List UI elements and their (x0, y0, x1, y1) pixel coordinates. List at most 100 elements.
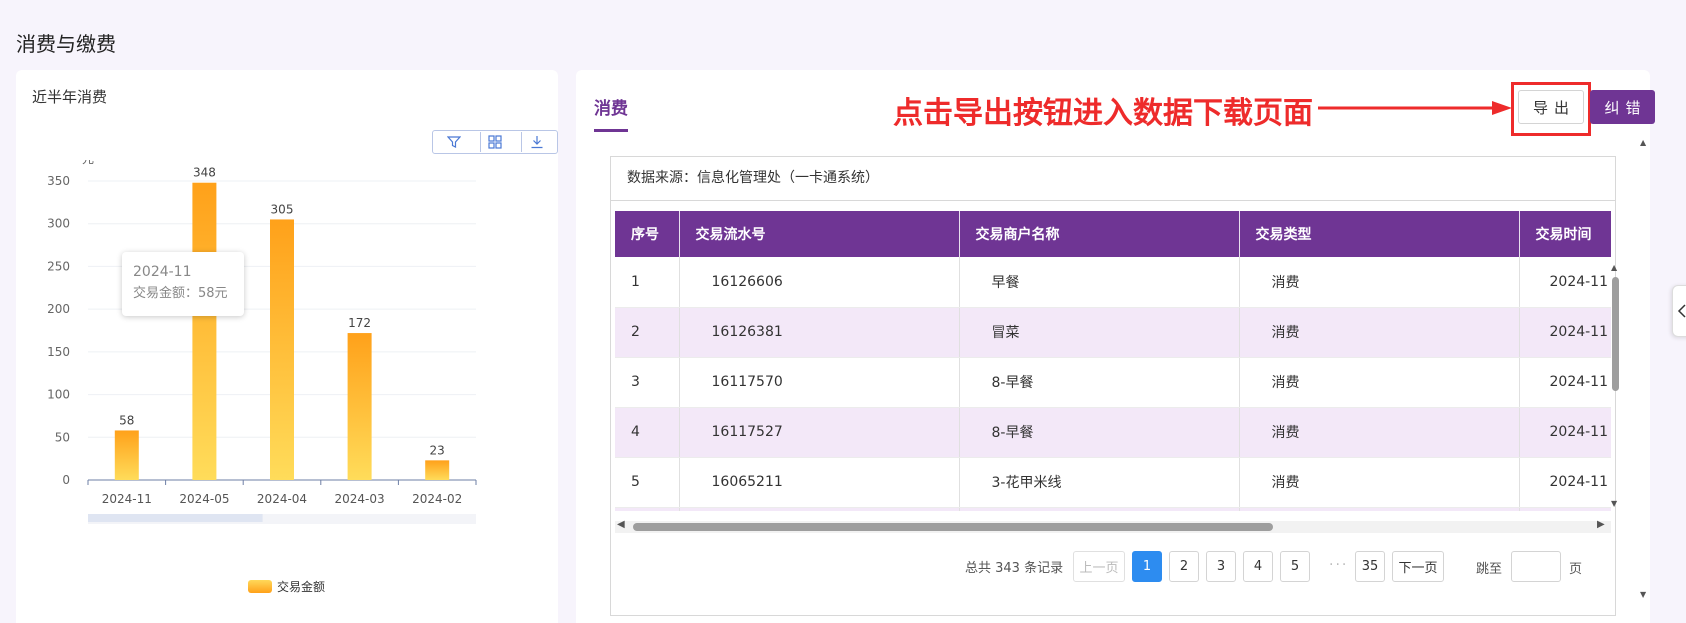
y-tick-label: 50 (55, 430, 70, 444)
cell-time: 2024-11 (1519, 257, 1611, 308)
x-tick-label: 2024-11 (102, 492, 152, 506)
cell-index: 1 (615, 257, 680, 308)
y-tick-label: 0 (62, 473, 70, 487)
y-tick-label: 250 (47, 259, 70, 273)
bar-2024-11 (114, 430, 139, 480)
col-header-time[interactable]: 交易时间 (1519, 211, 1611, 257)
vertical-scroll-thumb[interactable] (1612, 277, 1619, 391)
y-tick-label: 200 (47, 302, 70, 316)
page-button-1[interactable]: 1 (1132, 551, 1162, 582)
total-records: 总共 343 条记录 (965, 561, 1064, 576)
scroll-right-icon[interactable]: ▶ (1597, 519, 1605, 530)
table-row[interactable]: 3 16117570 8-早餐 消费 2024-11 (615, 357, 1611, 408)
cell-time: 2024-11 (1519, 357, 1611, 408)
col-header-serial[interactable]: 交易流水号 (679, 211, 960, 257)
page-scroll-up-icon[interactable]: ▲ (1640, 138, 1646, 147)
cell-type: 消费 (1239, 357, 1520, 408)
cell-merchant: 8-早餐 (959, 407, 1240, 458)
y-axis-unit: 元 (82, 160, 94, 166)
cell-index: 2 (615, 307, 680, 358)
scroll-left-icon[interactable]: ◀ (617, 519, 625, 530)
table-panel: 数据来源：信息化管理处（一卡通系统） 序号 交易流水号 交易商户名称 交易类型 … (610, 156, 1619, 616)
grid-icon[interactable] (479, 132, 510, 152)
annotation-text: 点击导出按钮进入数据下载页面 (893, 96, 1313, 131)
y-tick-label: 150 (47, 345, 70, 359)
cell-type: 消费 (1239, 457, 1520, 508)
cell-merchant: 早餐 (959, 257, 1240, 308)
page-button-2[interactable]: 2 (1169, 551, 1199, 582)
cell-type: 消费 (1239, 257, 1520, 308)
cell-time: 2024-11 (1519, 307, 1611, 358)
cell-serial: 16126606 (679, 257, 960, 308)
jump-page-input[interactable] (1511, 551, 1561, 582)
cell-time: 2024-11 (1519, 457, 1611, 508)
chevron-left-icon (1677, 304, 1686, 318)
table-row[interactable] (615, 507, 1611, 511)
cell-serial: 16117527 (679, 407, 960, 458)
cell-index: 5 (615, 457, 680, 508)
table-row[interactable]: 2 16126381 冒菜 消费 2024-11 (615, 307, 1611, 358)
export-button[interactable]: 导出 (1518, 90, 1584, 124)
table-scroll-area[interactable]: 序号 交易流水号 交易商户名称 交易类型 交易时间 1 16126606 早餐 … (615, 211, 1611, 511)
legend-label: 交易金额 (277, 580, 326, 594)
consumption-chart-card: 近半年消费 元 0 50 100 150 200 250 300 350 58 2024-11 348… (16, 70, 558, 623)
page-button-last[interactable]: 35 (1355, 551, 1385, 582)
horizontal-scroll-thumb[interactable] (633, 523, 1273, 531)
scroll-down-icon[interactable]: ▼ (1611, 499, 1617, 508)
page-button-5[interactable]: 5 (1280, 551, 1310, 582)
scroll-up-icon[interactable]: ▲ (1611, 263, 1617, 272)
cell-merchant: 冒菜 (959, 307, 1240, 358)
jump-label: 跳至 (1476, 562, 1503, 577)
cell-serial: 16117570 (679, 357, 960, 408)
pagination: 总共 343 条记录 上一页 1 2 3 4 5 ··· 35 下一页 跳至 页 (611, 549, 1617, 585)
y-tick-label: 300 (47, 217, 70, 231)
legend-swatch (248, 580, 272, 593)
x-tick-label: 2024-04 (257, 492, 307, 506)
bar-2024-03 (347, 333, 372, 480)
next-page-button[interactable]: 下一页 (1392, 551, 1444, 582)
col-header-index[interactable]: 序号 (615, 211, 680, 257)
cell-type: 消费 (1239, 407, 1520, 458)
bar-value-label: 172 (348, 316, 371, 330)
x-tick-label: 2024-05 (179, 492, 229, 506)
chart-legend[interactable]: 交易金额 (248, 578, 325, 595)
table-row[interactable]: 5 16065211 3-花甲米线 消费 2024-11 (615, 457, 1611, 508)
bar-value-label: 23 (430, 443, 445, 457)
collapse-panel-button[interactable] (1672, 285, 1686, 337)
more-pages-ellipsis[interactable]: ··· (1329, 557, 1348, 573)
download-icon[interactable] (521, 132, 551, 152)
cell-type: 消费 (1239, 307, 1520, 358)
chart-tooltip: 2024-11 交易金额：58元 (122, 252, 244, 316)
table-row[interactable]: 4 16117527 8-早餐 消费 2024-11 (615, 407, 1611, 458)
chart-toolbar (432, 130, 558, 154)
page-title: 消费与缴费 (16, 32, 116, 56)
cell-index: 3 (615, 357, 680, 408)
bar-value-label: 58 (119, 413, 134, 427)
cell-time: 2024-11 (1519, 407, 1611, 458)
page-button-3[interactable]: 3 (1206, 551, 1236, 582)
datazoom-handle (88, 514, 263, 522)
cell-index: 4 (615, 407, 680, 458)
col-header-type[interactable]: 交易类型 (1239, 211, 1520, 257)
page-scroll-down-icon[interactable]: ▼ (1640, 590, 1646, 599)
bar-value-label: 348 (193, 166, 216, 180)
bar-value-label: 305 (271, 202, 294, 216)
tab-consume[interactable]: 消费 (594, 94, 628, 132)
col-header-merchant[interactable]: 交易商户名称 (959, 211, 1240, 257)
chart-card-title: 近半年消费 (32, 88, 108, 106)
x-tick-label: 2024-03 (335, 492, 385, 506)
table-horizontal-scrollbar[interactable]: ◀ ▶ (615, 519, 1611, 533)
cell-merchant: 8-早餐 (959, 357, 1240, 408)
cell-merchant: 3-花甲米线 (959, 457, 1240, 508)
filter-icon[interactable] (439, 132, 469, 152)
bar-chart: 元 0 50 100 150 200 250 300 350 58 2024-11 348 2024-0… (47, 160, 477, 524)
y-tick-label: 350 (47, 174, 70, 188)
page-button-4[interactable]: 4 (1243, 551, 1273, 582)
page-unit-label: 页 (1569, 562, 1583, 577)
table-row[interactable]: 1 16126606 早餐 消费 2024-11 (615, 257, 1611, 308)
prev-page-button[interactable]: 上一页 (1073, 551, 1125, 582)
y-tick-label: 100 (47, 388, 70, 402)
table-vertical-scrollbar[interactable]: ▲ ▼ (1611, 263, 1619, 509)
tooltip-title: 2024-11 (133, 264, 192, 280)
correct-button[interactable]: 纠错 (1590, 90, 1655, 124)
